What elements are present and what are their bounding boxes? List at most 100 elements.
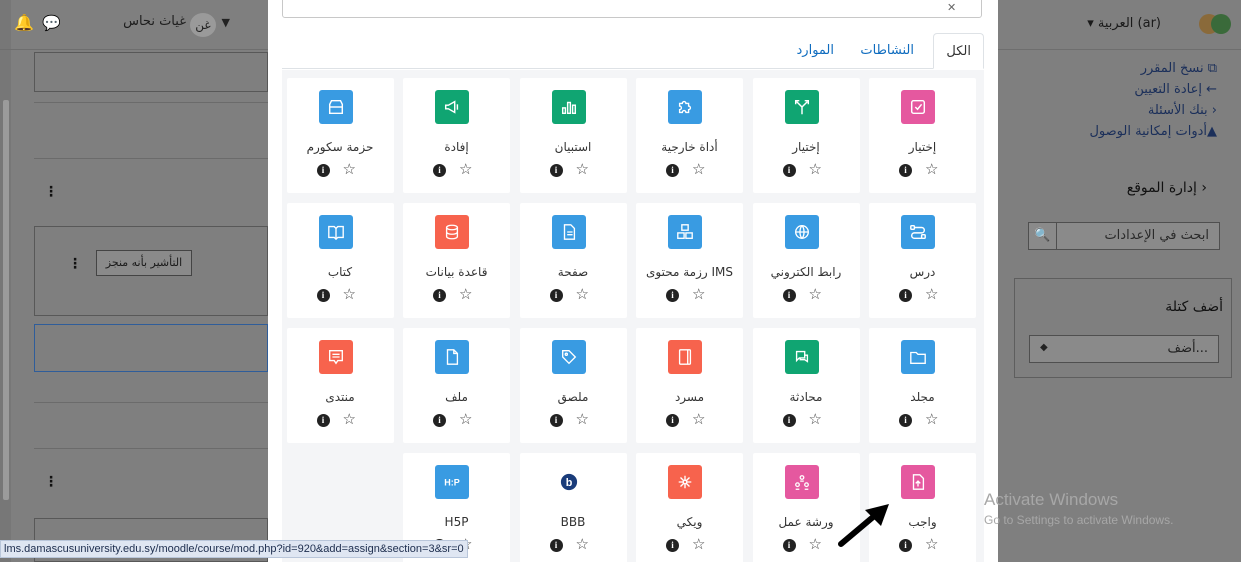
activity-tile[interactable]: صفحة i ☆ (519, 203, 627, 318)
tab-activities[interactable]: النشاطات (848, 33, 926, 69)
info-icon[interactable]: i (316, 289, 330, 302)
star-favourite-icon[interactable]: ☆ (576, 160, 589, 178)
activity-tile-label: صفحة (557, 265, 589, 279)
tab-resources[interactable]: الموارد (785, 33, 846, 69)
info-icon[interactable]: i (549, 289, 563, 302)
info-icon[interactable]: i (782, 414, 796, 427)
info-icon[interactable]: i (666, 539, 679, 552)
activity-tile[interactable]: أداة خارجية i ☆ (636, 78, 743, 193)
clear-search-icon[interactable]: ✕ (947, 1, 956, 14)
info-icon[interactable]: i (316, 164, 330, 177)
avatar[interactable]: غن (190, 13, 216, 37)
messages-chat-icon[interactable]: 💬 (42, 14, 61, 32)
star-favourite-icon[interactable]: ☆ (925, 160, 938, 178)
star-favourite-icon[interactable]: ☆ (343, 410, 356, 428)
activity-tile-label: حزمة سكورم (306, 140, 374, 154)
reset-link[interactable]: إعادة التعيين ← (1089, 79, 1217, 100)
windows-activation-watermark: Activate Windows Go to Settings to activ… (984, 490, 1173, 527)
activity-tile[interactable]: رزمة محتوى IMS i ☆ (636, 203, 743, 318)
language-menu[interactable]: ▾ العربية (ar) (1087, 16, 1161, 31)
add-block-select-value: أضف... (1167, 341, 1208, 356)
activity-tile[interactable]: إفادة i ☆ (403, 78, 510, 193)
tab-all[interactable]: الكل (933, 33, 984, 69)
university-logo[interactable] (1199, 14, 1231, 36)
kebab-menu-icon[interactable]: ⋮ (44, 184, 58, 200)
mark-done-button[interactable]: التأشير بأنه منجز (96, 250, 192, 276)
info-icon[interactable]: i (782, 289, 796, 302)
star-favourite-icon[interactable]: ☆ (692, 160, 705, 178)
settings-search-input[interactable]: 🔍 ابحث في الإعدادات (1028, 222, 1220, 250)
info-icon[interactable]: i (666, 289, 679, 302)
page-scrollbar[interactable] (0, 0, 11, 562)
activity-tile[interactable]: b BBB i ☆ (519, 453, 627, 562)
star-favourite-icon[interactable]: ☆ (576, 535, 589, 553)
activity-tile[interactable]: ملصق i ☆ (519, 328, 627, 443)
chevron-down-icon: ▾ (1087, 16, 1094, 31)
star-favourite-icon[interactable]: ☆ (692, 535, 705, 553)
activity-tile[interactable]: رابط الكتروني i ☆ (752, 203, 860, 318)
activity-tile-label: محادثة (789, 390, 823, 404)
activity-tile[interactable]: إختيار i ☆ (869, 78, 976, 193)
info-icon[interactable]: i (899, 164, 912, 177)
star-favourite-icon[interactable]: ☆ (343, 160, 356, 178)
activity-tile[interactable]: استبيان i ☆ (519, 78, 627, 193)
copy-course-link[interactable]: نسخ المقرر ⧉ (1089, 58, 1217, 79)
star-favourite-icon[interactable]: ☆ (692, 285, 705, 303)
activity-tile[interactable]: مسرد i ☆ (636, 328, 743, 443)
activity-tile-label: ملف (445, 390, 468, 404)
add-block-select[interactable]: أضف... ◆ (1029, 335, 1219, 363)
glossary-icon (668, 340, 702, 374)
info-icon[interactable]: i (549, 539, 563, 552)
info-icon[interactable]: i (782, 539, 796, 552)
activity-tile[interactable]: محادثة i ☆ (752, 328, 860, 443)
info-icon[interactable]: i (433, 164, 446, 177)
info-icon[interactable]: i (666, 414, 679, 427)
section-box (34, 324, 268, 372)
star-favourite-icon[interactable]: ☆ (459, 410, 472, 428)
info-icon[interactable]: i (549, 164, 563, 177)
star-favourite-icon[interactable]: ☆ (576, 285, 589, 303)
info-icon[interactable]: i (433, 289, 446, 302)
activity-tile[interactable]: منتدى i ☆ (286, 328, 394, 443)
star-favourite-icon[interactable]: ☆ (576, 410, 589, 428)
accessibility-tools-link[interactable]: أدوات إمكانية الوصول▲ (1089, 121, 1217, 142)
info-icon[interactable]: i (316, 414, 330, 427)
info-icon[interactable]: i (433, 414, 446, 427)
scrollbar-thumb[interactable] (3, 100, 9, 500)
star-favourite-icon[interactable]: ☆ (343, 285, 356, 303)
chevron-down-icon[interactable]: ▼ (222, 16, 230, 29)
kebab-menu-icon[interactable]: ⋮ (68, 256, 82, 272)
star-favourite-icon[interactable]: ☆ (809, 410, 822, 428)
search-icon[interactable]: 🔍 (1029, 223, 1057, 249)
info-icon[interactable]: i (899, 414, 912, 427)
info-icon[interactable]: i (782, 164, 796, 177)
star-favourite-icon[interactable]: ☆ (925, 285, 938, 303)
book-icon (318, 215, 353, 249)
star-favourite-icon[interactable]: ☆ (809, 160, 822, 178)
activity-tile[interactable]: درس i ☆ (869, 203, 976, 318)
activity-tile[interactable]: إختيار i ☆ (752, 78, 860, 193)
star-favourite-icon[interactable]: ☆ (459, 160, 472, 178)
activity-tile[interactable]: مجلد i ☆ (869, 328, 976, 443)
star-favourite-icon[interactable]: ☆ (692, 410, 705, 428)
star-favourite-icon[interactable]: ☆ (809, 285, 822, 303)
question-bank-link[interactable]: بنك الأسئلة › (1089, 100, 1217, 121)
activity-tile[interactable]: ملف i ☆ (403, 328, 510, 443)
activity-tile[interactable]: كتاب i ☆ (286, 203, 394, 318)
notifications-bell-icon[interactable]: 🔔 (14, 13, 34, 32)
star-favourite-icon[interactable]: ☆ (809, 535, 822, 553)
star-favourite-icon[interactable]: ☆ (925, 410, 938, 428)
user-name[interactable]: غياث نحاس (123, 14, 186, 29)
info-icon[interactable]: i (899, 289, 912, 302)
info-icon[interactable]: i (666, 164, 679, 177)
star-favourite-icon[interactable]: ☆ (459, 285, 472, 303)
kebab-menu-icon[interactable]: ⋮ (44, 474, 58, 490)
info-icon[interactable]: i (549, 414, 563, 427)
activity-search-input[interactable]: ✕ (282, 0, 982, 18)
site-admin-heading[interactable]: إدارة الموقع › (1127, 180, 1207, 196)
info-icon[interactable]: i (899, 539, 912, 552)
activity-tile[interactable]: قاعدة بيانات i ☆ (403, 203, 510, 318)
activity-tile[interactable]: حزمة سكورم i ☆ (286, 78, 394, 193)
star-favourite-icon[interactable]: ☆ (925, 535, 938, 553)
activity-tile[interactable]: ويكي i ☆ (636, 453, 743, 562)
